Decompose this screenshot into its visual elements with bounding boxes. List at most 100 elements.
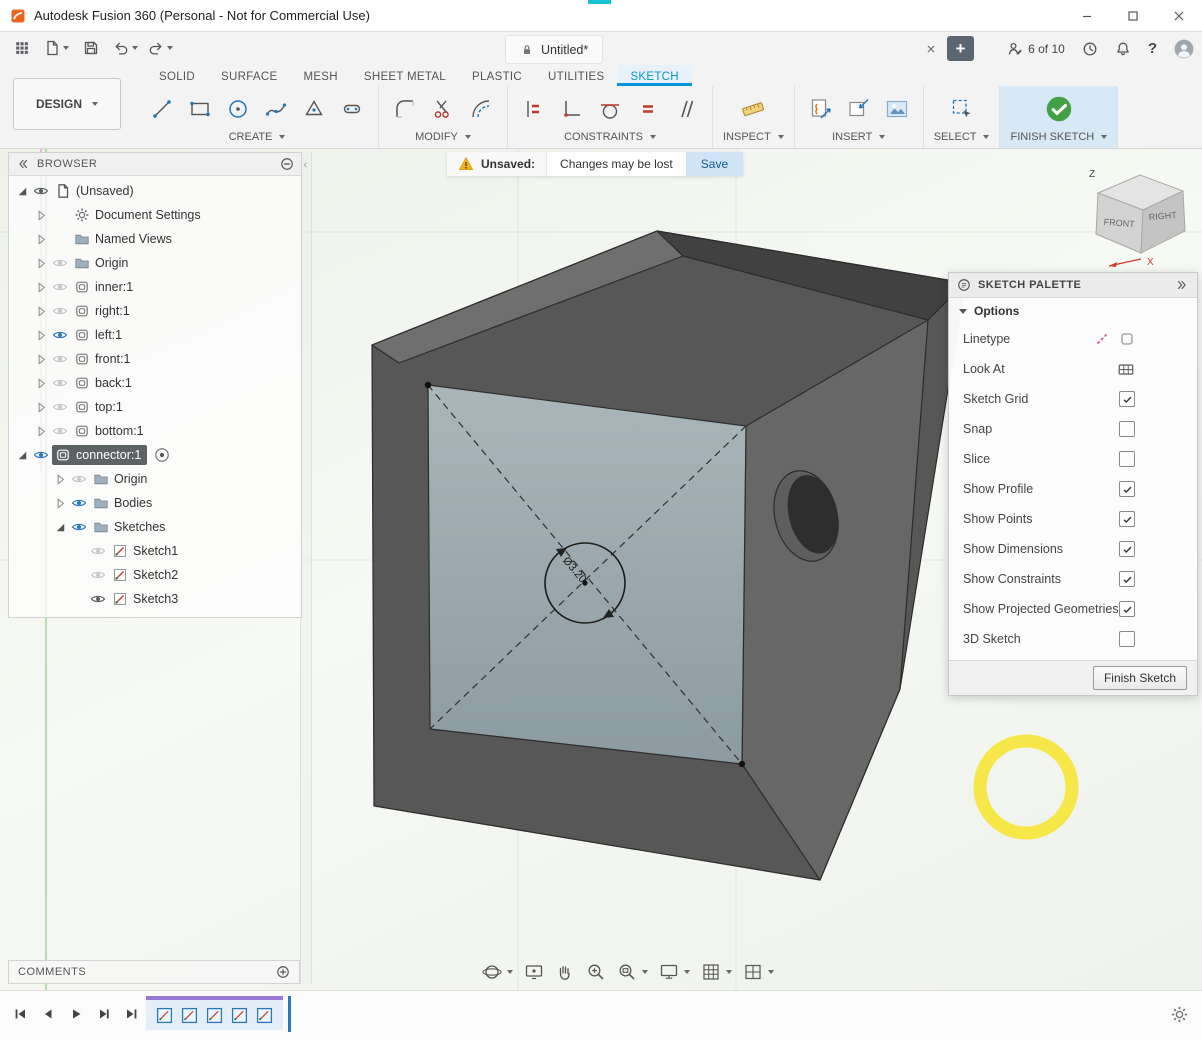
browser-item-named-views[interactable]: Named Views <box>9 227 301 251</box>
timeline-step-back-icon[interactable] <box>38 1004 58 1024</box>
browser-item-document-settings[interactable]: Document Settings <box>9 203 301 227</box>
browser-item-sketch2[interactable]: Sketch2 <box>9 563 301 587</box>
timeline-skip-start-icon[interactable] <box>10 1004 30 1024</box>
ribbon-group-label-inspect[interactable]: INSPECT <box>723 131 784 145</box>
nav-grid-display-icon[interactable] <box>701 962 732 982</box>
expander-collapsed-icon[interactable] <box>53 496 68 510</box>
help-button[interactable]: ? <box>1148 40 1157 57</box>
nav-display-settings-icon[interactable] <box>659 962 690 982</box>
ribbon-tab-mesh[interactable]: MESH <box>290 65 350 86</box>
tool-measure-icon[interactable] <box>737 92 769 126</box>
browser-item-unsaved[interactable]: (Unsaved) <box>9 179 301 203</box>
browser-item-inner-1[interactable]: inner:1 <box>9 275 301 299</box>
collapse-all-icon[interactable] <box>280 157 294 171</box>
tool-canvas-image-icon[interactable] <box>881 92 913 126</box>
tool-constraint-hv-icon[interactable] <box>556 92 588 126</box>
job-status-clock-icon[interactable] <box>1082 41 1098 57</box>
ribbon-tab-utilities[interactable]: UTILITIES <box>535 65 617 86</box>
expander-collapsed-icon[interactable] <box>53 472 68 486</box>
tool-trim-icon[interactable] <box>427 92 459 126</box>
checkbox-show-points[interactable] <box>1119 511 1135 527</box>
checkbox-show-dimensions[interactable] <box>1119 541 1135 557</box>
ribbon-group-label-finish-sketch[interactable]: FINISH SKETCH <box>1010 131 1107 145</box>
new-tab-button[interactable]: + <box>947 36 974 61</box>
save-button[interactable] <box>77 35 105 61</box>
nav-look-at-screen-icon[interactable] <box>524 962 544 982</box>
add-comment-icon[interactable] <box>276 965 290 979</box>
visibility-eye-icon[interactable] <box>49 375 71 391</box>
checkbox-slice[interactable] <box>1119 451 1135 467</box>
close-window-button[interactable] <box>1156 0 1202 31</box>
checkbox-3d-sketch[interactable] <box>1119 631 1135 647</box>
visibility-eye-icon[interactable] <box>87 591 109 607</box>
tool-select-icon[interactable] <box>946 92 978 126</box>
comments-bar[interactable]: COMMENTS <box>8 960 300 984</box>
redo-button[interactable] <box>146 35 175 61</box>
undo-button[interactable] <box>111 35 140 61</box>
visibility-eye-icon[interactable] <box>49 279 71 295</box>
tool-rectangle-icon[interactable] <box>184 92 216 126</box>
visibility-eye-icon[interactable] <box>68 519 90 535</box>
checkbox-show-projected-geometries[interactable] <box>1119 601 1135 617</box>
timeline-feature-5[interactable] <box>256 1007 273 1024</box>
expander-expanded-icon[interactable] <box>15 448 30 462</box>
ribbon-group-label-constraints[interactable]: CONSTRAINTS <box>564 131 656 145</box>
app-grid-button[interactable] <box>8 35 36 61</box>
expander-expanded-icon[interactable] <box>15 184 30 198</box>
tool-circle-icon[interactable] <box>222 92 254 126</box>
browser-item-sketch3[interactable]: Sketch3 <box>9 587 301 611</box>
ribbon-group-label-insert[interactable]: INSERT <box>832 131 885 145</box>
centerline-icon[interactable] <box>1119 331 1135 347</box>
expander-collapsed-icon[interactable] <box>34 280 49 294</box>
gutter-chevron-icon[interactable] <box>301 160 310 170</box>
expander-collapsed-icon[interactable] <box>34 256 49 270</box>
nav-zoom-icon[interactable] <box>586 962 606 982</box>
visibility-eye-icon[interactable] <box>49 423 71 439</box>
browser-item-origin[interactable]: Origin <box>9 467 301 491</box>
expander-collapsed-icon[interactable] <box>34 328 49 342</box>
checkbox-show-profile[interactable] <box>1119 481 1135 497</box>
expander-expanded-icon[interactable] <box>53 520 68 534</box>
finish-sketch-button[interactable]: Finish Sketch <box>1093 666 1187 690</box>
tool-spline-icon[interactable] <box>260 92 292 126</box>
viewcube[interactable]: FRONT RIGHT Z X <box>1083 163 1201 271</box>
ribbon-tab-sketch[interactable]: SKETCH <box>617 65 691 86</box>
expander-collapsed-icon[interactable] <box>34 400 49 414</box>
browser-item-right-1[interactable]: right:1 <box>9 299 301 323</box>
visibility-eye-icon[interactable] <box>30 183 52 199</box>
timeline-feature-3[interactable] <box>206 1007 223 1024</box>
visibility-eye-icon[interactable] <box>49 303 71 319</box>
minimize-button[interactable] <box>1064 0 1110 31</box>
document-tab[interactable]: Untitled* <box>505 35 603 64</box>
ribbon-tab-plastic[interactable]: PLASTIC <box>459 65 535 86</box>
timeline-feature-2[interactable] <box>181 1007 198 1024</box>
expander-collapsed-icon[interactable] <box>34 304 49 318</box>
timeline-play-icon[interactable] <box>66 1004 86 1024</box>
workspace-selector[interactable]: DESIGN <box>13 78 121 130</box>
timeline-step-forward-icon[interactable] <box>94 1004 114 1024</box>
tool-constraint-parallel-icon[interactable] <box>670 92 702 126</box>
tool-constraint-midpoint-icon[interactable] <box>518 92 550 126</box>
tool-insert-svg-icon[interactable] <box>805 92 837 126</box>
maximize-button[interactable] <box>1110 0 1156 31</box>
expander-collapsed-icon[interactable] <box>34 208 49 222</box>
visibility-eye-icon[interactable] <box>87 543 109 559</box>
visibility-eye-icon[interactable] <box>30 447 52 463</box>
browser-item-sketch1[interactable]: Sketch1 <box>9 539 301 563</box>
visibility-eye-icon[interactable] <box>49 327 71 343</box>
timeline-feature-4[interactable] <box>231 1007 248 1024</box>
ribbon-group-label-select[interactable]: SELECT <box>934 131 990 145</box>
nav-viewports-icon[interactable] <box>743 962 774 982</box>
look-at-icon[interactable] <box>1117 360 1135 378</box>
palette-options-section[interactable]: Options <box>949 298 1197 324</box>
avatar[interactable] <box>1174 39 1194 59</box>
construction-line-icon[interactable] <box>1094 331 1110 347</box>
timeline-track[interactable] <box>146 996 291 1032</box>
visibility-eye-icon[interactable] <box>49 351 71 367</box>
warning-save-button[interactable]: Save <box>686 152 743 176</box>
timeline-scrubber[interactable] <box>288 996 291 1032</box>
sketch-point-top-left[interactable] <box>425 382 431 388</box>
visibility-eye-icon[interactable] <box>68 495 90 511</box>
timeline-skip-end-icon[interactable] <box>122 1004 142 1024</box>
browser-item-left-1[interactable]: left:1 <box>9 323 301 347</box>
